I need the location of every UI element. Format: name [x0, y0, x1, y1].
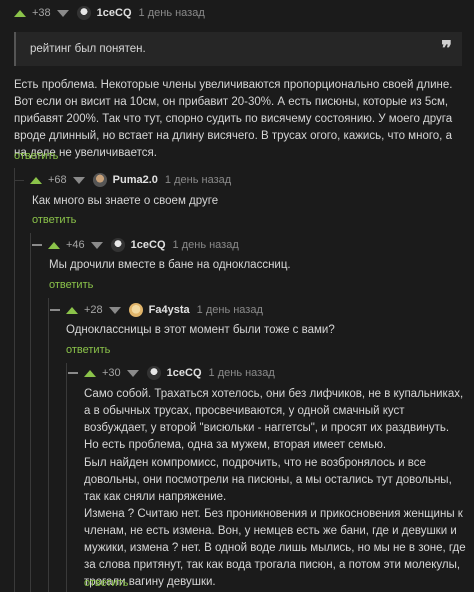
comment-header: +46 1ceCQ 1 день назад	[32, 238, 239, 252]
upvote-icon[interactable]	[66, 306, 78, 314]
comment-author[interactable]: 1ceCQ	[167, 367, 202, 379]
avatar[interactable]	[76, 6, 91, 20]
comment-author[interactable]: 1ceCQ	[97, 7, 132, 19]
quote-text: рейтинг был понятен.	[30, 43, 146, 55]
comment-author[interactable]: Puma2.0	[113, 174, 158, 186]
comment-rating: +28	[84, 304, 103, 316]
comment-author[interactable]: Fa4ysta	[149, 304, 190, 316]
reply-link[interactable]: ответить	[84, 577, 128, 589]
comment-time[interactable]: 1 день назад	[197, 304, 263, 316]
comment-header: +38 1ceCQ 1 день назад	[14, 6, 205, 20]
collapse-dash-icon[interactable]	[50, 309, 60, 311]
comment-body: Мы дрочили вместе в бане на одноклассниц…	[49, 259, 291, 271]
collapse-dash-icon[interactable]	[68, 372, 78, 374]
comment-rating: +38	[32, 7, 51, 19]
downvote-icon[interactable]	[90, 241, 103, 249]
quote-icon: ❞	[441, 36, 452, 60]
thread-branch	[14, 180, 24, 181]
upvote-icon[interactable]	[14, 9, 26, 17]
avatar[interactable]	[128, 303, 143, 317]
collapse-dash-icon[interactable]	[32, 244, 42, 246]
downvote-icon[interactable]	[108, 306, 121, 314]
comment-author[interactable]: 1ceCQ	[131, 239, 166, 251]
comment-rating: +46	[66, 239, 85, 251]
comment-body: Есть проблема. Некоторые члены увеличива…	[14, 79, 453, 159]
comment-rating: +68	[48, 174, 67, 186]
thread-line	[30, 233, 31, 592]
upvote-icon[interactable]	[48, 241, 60, 249]
thread-line	[66, 363, 67, 592]
comment-header: +68 Puma2.0 1 день назад	[30, 173, 231, 187]
quote-block: рейтинг был понятен. ❞	[14, 32, 462, 66]
downvote-icon[interactable]	[72, 176, 85, 184]
comment-body: Как много вы знаете о своем друге	[32, 195, 219, 207]
comment-header: +30 1ceCQ 1 день назад	[68, 366, 275, 380]
reply-link[interactable]: ответить	[32, 214, 76, 226]
comment-time[interactable]: 1 день назад	[173, 239, 239, 251]
avatar[interactable]	[92, 173, 107, 187]
avatar[interactable]	[110, 238, 125, 252]
upvote-icon[interactable]	[84, 369, 96, 377]
upvote-icon[interactable]	[30, 176, 42, 184]
reply-link[interactable]: ответить	[14, 150, 58, 162]
comment-header: +28 Fa4ysta 1 день назад	[50, 303, 263, 317]
comment-body-paragraph: Само собой. Трахаться хотелось, они без …	[84, 388, 464, 451]
comment-body-paragraph: Был найден компромисс, подрочить, что не…	[84, 457, 452, 503]
comment-time[interactable]: 1 день назад	[139, 7, 205, 19]
thread-line	[48, 298, 49, 592]
avatar[interactable]	[146, 366, 161, 380]
comment-body-paragraph: Измена ? Считаю нет. Без проникновения и…	[84, 508, 466, 588]
comment-time[interactable]: 1 день назад	[165, 174, 231, 186]
comment-time[interactable]: 1 день назад	[209, 367, 275, 379]
comment-rating: +30	[102, 367, 121, 379]
reply-link[interactable]: ответить	[49, 279, 93, 291]
comment-body: Одноклассницы в этот момент были тоже с …	[66, 324, 335, 336]
reply-link[interactable]: ответить	[66, 344, 110, 356]
downvote-icon[interactable]	[56, 9, 69, 17]
downvote-icon[interactable]	[126, 369, 139, 377]
thread-line	[14, 168, 15, 592]
